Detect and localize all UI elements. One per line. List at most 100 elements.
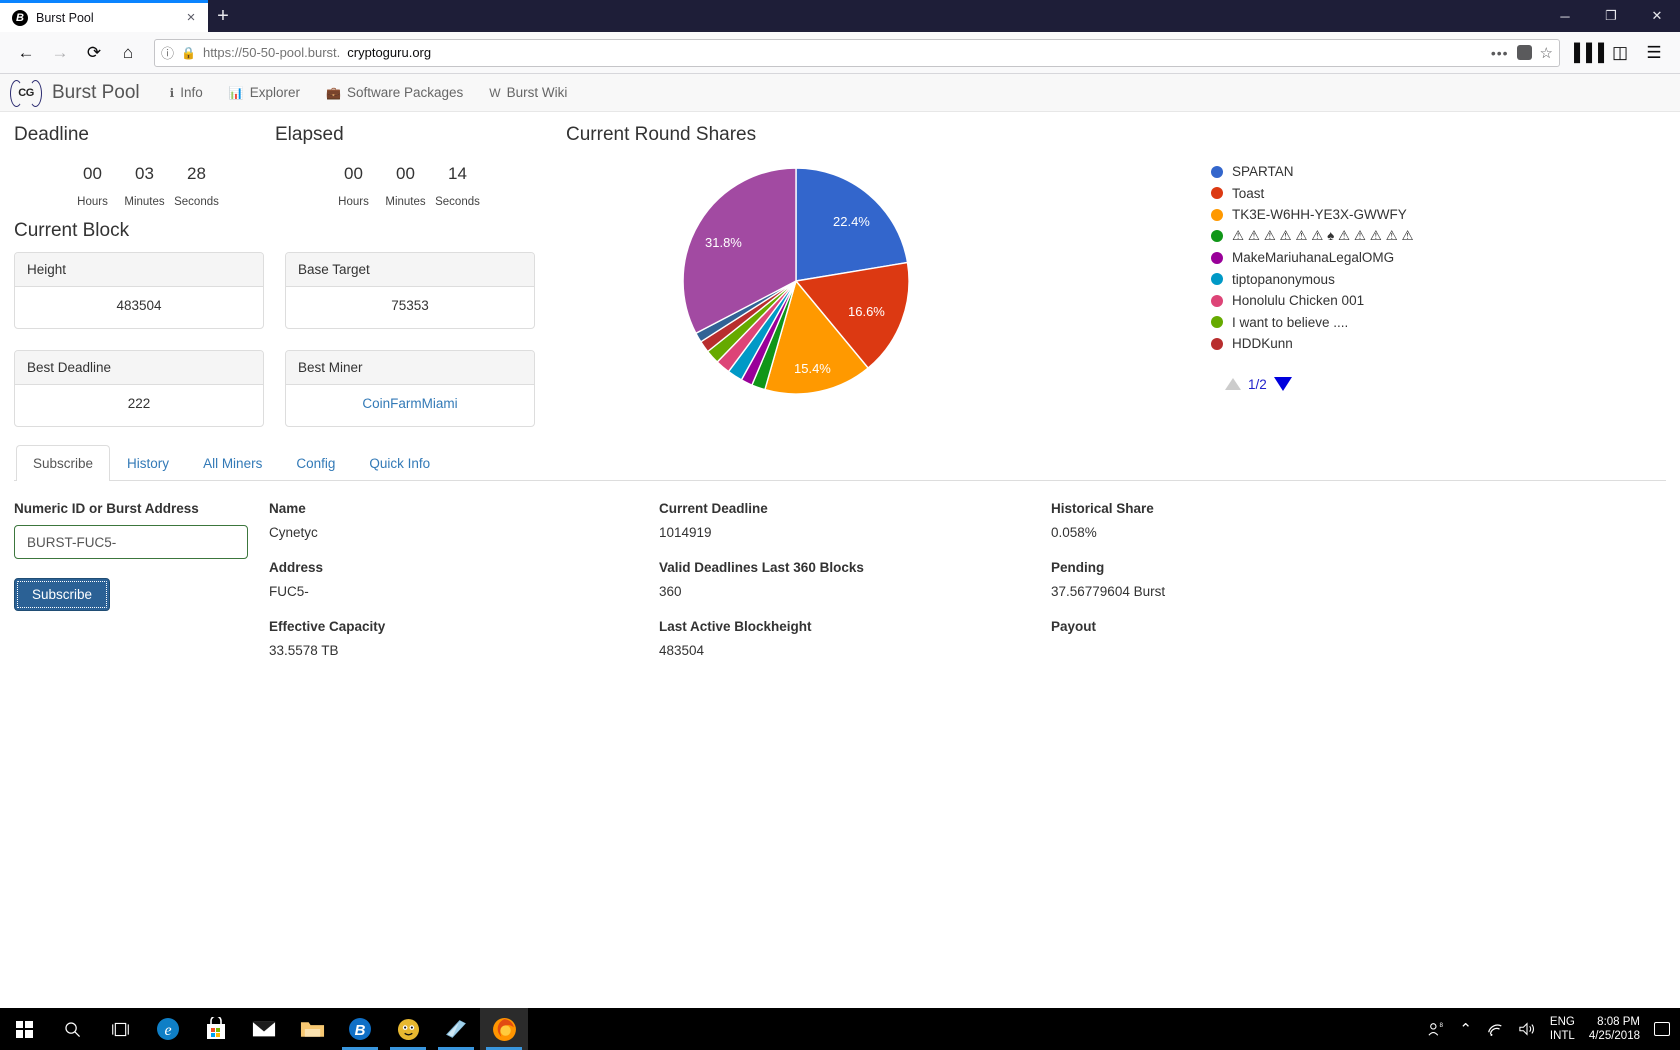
legend-item-label: tiptopanonymous [1232, 271, 1335, 287]
clock[interactable]: 8:08 PM 4/25/2018 [1589, 1015, 1640, 1043]
menu-icon[interactable]: ☰ [1638, 37, 1670, 69]
pager-next-icon[interactable] [1273, 377, 1292, 391]
legend-item-tiptopanonymous[interactable]: tiptopanonymous [1211, 269, 1414, 291]
legend-color-dot [1211, 316, 1223, 329]
main-content: Deadline 00 03 28 Hours Minutes Seconds [0, 112, 1680, 678]
pager-prev-icon[interactable] [1225, 378, 1241, 390]
mail-icon [252, 1021, 276, 1037]
language-indicator[interactable]: ENG INTL [1550, 1015, 1575, 1043]
burst-address-input[interactable] [14, 525, 248, 559]
svg-text:8: 8 [1440, 1022, 1444, 1029]
legend-item-hddkunn[interactable]: HDDKunn [1211, 333, 1414, 355]
deadline-hours-label: Hours [77, 196, 108, 208]
legend-color-dot [1211, 208, 1223, 221]
current-block-title: Current Block [14, 220, 130, 241]
card-value: 222 [127, 396, 151, 411]
site-nav-links: ℹ Info 📊 Explorer 💼 Software Packages W … [170, 85, 568, 100]
pager-count: 1/2 [1248, 376, 1267, 392]
close-window-button[interactable]: ✕ [1634, 0, 1680, 32]
cryptoguru-logo-icon: CG [10, 78, 42, 108]
sidebar-icon[interactable]: ◫ [1604, 37, 1636, 69]
url-bar[interactable]: ⓘ 🔒 https://50-50-pool.burst. cryptoguru.… [154, 38, 1560, 67]
detail-key: Address [269, 560, 324, 575]
detail-value: FUC5- [269, 584, 309, 599]
tab-all-miners[interactable]: All Miners [186, 445, 279, 481]
close-tab-icon[interactable]: × [182, 9, 200, 27]
browser-tab[interactable]: B Burst Pool × [0, 0, 208, 32]
maximize-button[interactable]: ❐ [1588, 0, 1634, 32]
nav-item-software-packages[interactable]: 💼 Software Packages [326, 85, 463, 100]
people-icon[interactable]: 8 [1427, 1021, 1445, 1037]
legend-item-makemariuhanalegalomg[interactable]: MakeMariuhanaLegalOMG [1211, 247, 1414, 269]
tab-quick-info[interactable]: Quick Info [352, 445, 447, 481]
elapsed-title: Elapsed [275, 124, 344, 145]
new-tab-button[interactable]: + [208, 1, 238, 31]
round-shares-chart: 22.4% 16.6% 15.4% 31.8% SPARTAN Toast TK… [556, 156, 1666, 396]
legend-item-spartan[interactable]: SPARTAN [1211, 161, 1414, 183]
show-hidden-icons-chevron-icon[interactable]: ⌃ [1459, 1020, 1472, 1038]
tab-title: Burst Pool [36, 10, 94, 25]
card-best-deadline: Best Deadline 222 [14, 350, 264, 427]
legend-item-honolulu-chicken-001[interactable]: Honolulu Chicken 001 [1211, 290, 1414, 312]
nav-item-burst-wiki[interactable]: W Burst Wiki [489, 85, 567, 100]
site-info-icon[interactable]: ⓘ [161, 43, 174, 62]
tab-config[interactable]: Config [279, 445, 352, 481]
deadline-hours-value: 00 [83, 164, 102, 183]
pocket-icon[interactable] [1516, 45, 1532, 60]
taskbar-app-explorer[interactable] [288, 1008, 336, 1050]
taskbar-app-yellow[interactable] [384, 1008, 432, 1050]
legend-item-warnings[interactable]: ⚠ ⚠ ⚠ ⚠ ⚠ ⚠ ♠ ⚠ ⚠ ⚠ ⚠ ⚠ [1211, 226, 1414, 248]
browser-titlebar: B Burst Pool × + ─ ❐ ✕ [0, 0, 1680, 32]
tab-subscribe[interactable]: Subscribe [16, 445, 111, 481]
edge-icon: e [157, 1018, 179, 1040]
subscribe-button[interactable]: Subscribe [14, 578, 111, 611]
search-button[interactable] [48, 1008, 96, 1050]
taskbar-app-firefox[interactable] [480, 1008, 528, 1050]
browser-navbar: ← → ⟳ ⌂ ⓘ 🔒 https://50-50-pool.burst. cry… [0, 32, 1680, 74]
back-icon[interactable]: ← [10, 37, 42, 69]
pie-canvas: 22.4% 16.6% 15.4% 31.8% [681, 166, 911, 396]
language-line-1: ENG [1549, 1016, 1575, 1028]
pie-label-spartan: 22.4% [833, 214, 870, 229]
home-icon[interactable]: ⌂ [112, 37, 144, 69]
timers-section: Deadline 00 03 28 Hours Minutes Seconds [14, 112, 536, 208]
elapsed-seconds-value: 14 [448, 164, 467, 183]
windows-logo-icon [15, 1020, 33, 1038]
legend-item-toast[interactable]: Toast [1211, 183, 1414, 205]
tab-history[interactable]: History [110, 445, 186, 481]
nav-item-info[interactable]: ℹ Info [170, 85, 203, 100]
taskbar-app-blue[interactable] [432, 1008, 480, 1050]
page-actions-icon[interactable]: ••• [1491, 45, 1509, 61]
taskbar-app-store[interactable] [192, 1008, 240, 1050]
url-text: https://50-50-pool.burst. [202, 45, 341, 60]
legend-item-tk3e[interactable]: TK3E-W6HH-YE3X-GWWFY [1211, 204, 1414, 226]
window-controls: ─ ❐ ✕ [1542, 0, 1680, 32]
library-icon[interactable]: ▐▐▐ [1568, 37, 1604, 69]
volume-icon[interactable] [1518, 1021, 1536, 1037]
wikipedia-icon: W [489, 85, 501, 100]
detail-value: 37.56779604 Burst [1051, 584, 1166, 599]
pie-label-toast: 16.6% [848, 304, 885, 319]
deadline-title: Deadline [14, 124, 89, 145]
forward-icon[interactable]: → [44, 37, 76, 69]
taskbar-app-burst[interactable]: B [336, 1008, 384, 1050]
wifi-icon[interactable] [1486, 1022, 1504, 1037]
taskbar-app-mail[interactable] [240, 1008, 288, 1050]
legend-color-dot [1211, 337, 1223, 350]
site-brand[interactable]: CG Burst Pool [10, 78, 140, 108]
minimize-button[interactable]: ─ [1542, 0, 1588, 32]
taskbar-tray: 8 ⌃ ENG INTL 8:08 PM 4/25/2018 [1427, 1015, 1680, 1043]
card-value-link: CoinFarmMiami [286, 385, 534, 426]
bookmark-star-icon[interactable]: ☆ [1540, 44, 1553, 62]
best-miner-link[interactable]: CoinFarmMiami [362, 396, 457, 411]
legend-color-dot [1211, 273, 1223, 286]
legend-item-i-want-to-believe[interactable]: I want to believe .... [1211, 312, 1414, 334]
elapsed-hours-value: 00 [344, 164, 363, 183]
taskbar-app-edge[interactable]: e [144, 1008, 192, 1050]
notifications-icon[interactable] [1654, 1022, 1670, 1036]
legend-color-dot [1211, 230, 1223, 243]
reload-icon[interactable]: ⟳ [78, 37, 110, 69]
nav-item-explorer[interactable]: 📊 Explorer [229, 85, 300, 100]
start-button[interactable] [0, 1008, 48, 1050]
task-view-button[interactable] [96, 1008, 144, 1050]
